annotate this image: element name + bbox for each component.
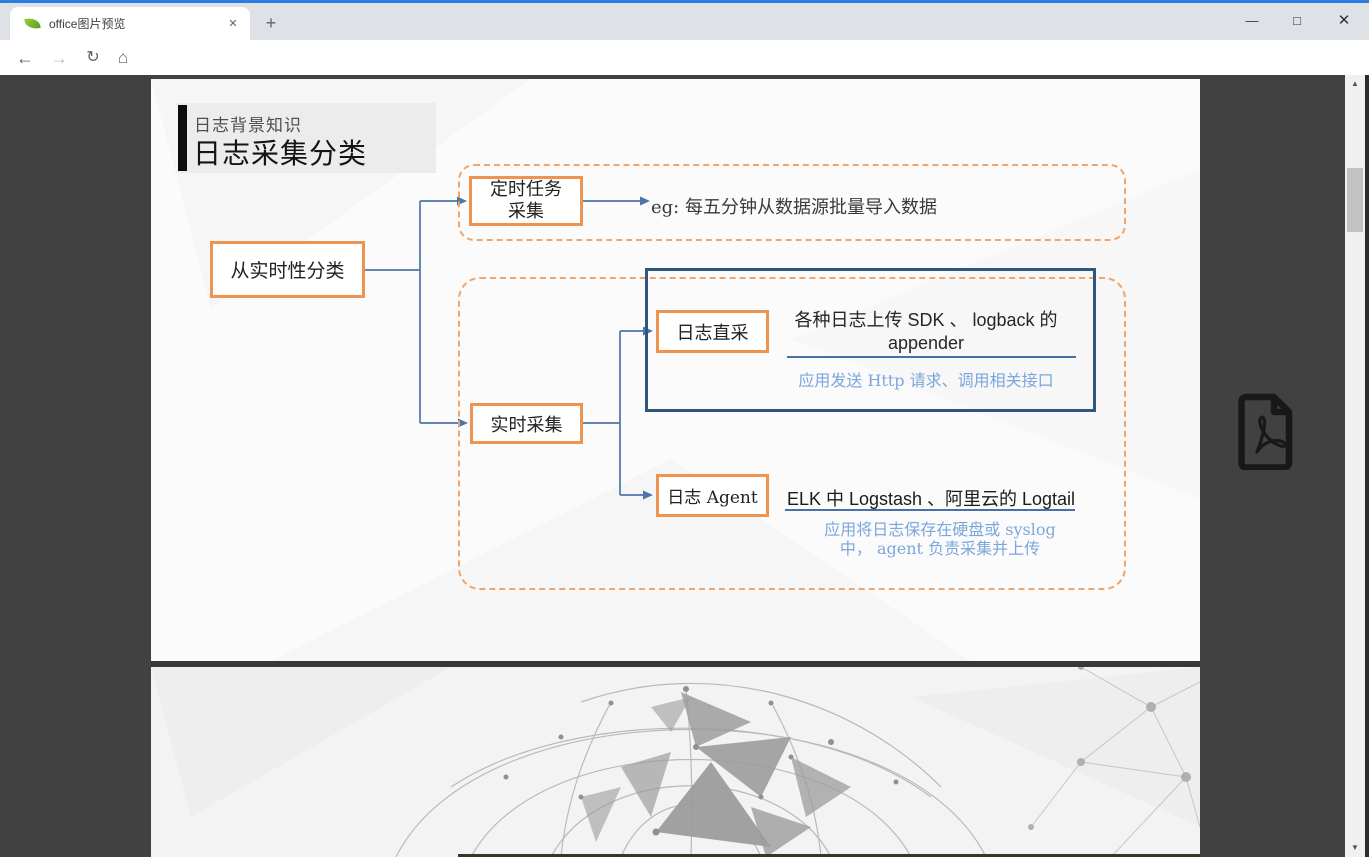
timed-task-example-text: eg: 每五分钟从数据源批量导入数据 xyxy=(651,193,937,219)
preview-canvas: 日志背景知识 日志采集分类 从实时性分类 定时任务采集 eg: 每五分钟从数据源… xyxy=(0,75,1369,857)
tab-close-icon[interactable]: ✕ xyxy=(224,15,242,33)
node-realtime-collect: 实时采集 xyxy=(470,403,583,444)
title-bar: office图片预览 ✕ + — □ ✕ xyxy=(0,0,1369,40)
tab-title: office图片预览 xyxy=(49,15,224,32)
window-close-button[interactable]: ✕ xyxy=(1321,4,1367,38)
right-edge-strip xyxy=(1365,75,1369,857)
slide-2 xyxy=(151,667,1200,857)
title-accent-bar xyxy=(178,105,187,171)
window-accent-strip xyxy=(0,0,1369,3)
node-classify-by-realtime: 从实时性分类 xyxy=(210,241,365,298)
pdf-file-icon[interactable] xyxy=(1232,392,1302,470)
direct-collect-sub-text: 应用发送 Http 请求、调用相关接口 xyxy=(761,367,1091,391)
agent-text-underline xyxy=(785,509,1075,511)
agent-sub-text: 应用将日志保存在硬盘或 syslog 中， agent 负责采集并上传 xyxy=(790,520,1090,558)
globe-network-graphic xyxy=(151,667,1200,857)
back-icon[interactable]: ← xyxy=(10,43,40,73)
scrollbar-down-icon[interactable]: ▼ xyxy=(1345,841,1365,855)
reload-icon[interactable]: ↻ xyxy=(78,43,108,73)
forward-icon[interactable]: → xyxy=(44,43,74,73)
node-timed-task-collect: 定时任务采集 xyxy=(469,176,583,226)
node-log-direct-collect: 日志直采 xyxy=(656,310,769,353)
spring-leaf-favicon xyxy=(24,15,41,32)
new-tab-button[interactable]: + xyxy=(258,10,284,36)
direct-text-underline xyxy=(787,356,1076,358)
browser-tab[interactable]: office图片预览 ✕ xyxy=(10,7,250,40)
direct-collect-main-text: 各种日志上传 SDK 、 logback 的 appender xyxy=(761,309,1091,355)
browser-toolbar: ← → ↻ ⌂ ⓘ localhost:8012/onlinePreview?u… xyxy=(0,40,1369,75)
window-minimize-button[interactable]: — xyxy=(1229,4,1275,38)
scrollbar-thumb[interactable] xyxy=(1347,168,1363,232)
home-icon[interactable]: ⌂ xyxy=(108,43,138,73)
agent-main-text: ELK 中 Logstash 、阿里云的 Logtail xyxy=(776,485,1086,511)
slide-1: 日志背景知识 日志采集分类 从实时性分类 定时任务采集 eg: 每五分钟从数据源… xyxy=(151,79,1200,661)
window-maximize-button[interactable]: □ xyxy=(1274,4,1320,38)
node-log-agent: 日志 Agent xyxy=(656,474,769,517)
slide-title-block: 日志背景知识 日志采集分类 xyxy=(178,103,436,173)
page-title: 日志采集分类 xyxy=(193,132,367,172)
scrollbar-up-icon[interactable]: ▲ xyxy=(1345,77,1365,91)
page-scrollbar[interactable]: ▲ ▼ xyxy=(1345,75,1365,857)
